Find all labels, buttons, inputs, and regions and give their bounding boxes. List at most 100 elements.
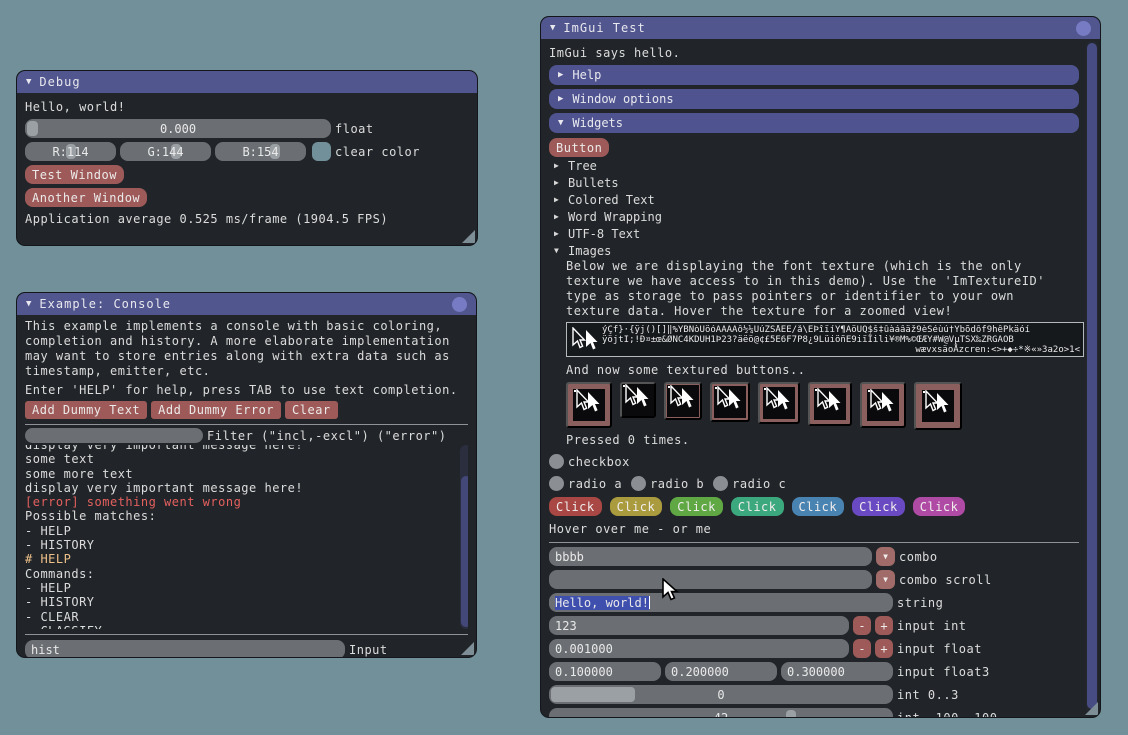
imgui-test-titlebar[interactable]: ▼ ImGui Test: [541, 17, 1100, 39]
filter-input[interactable]: [25, 428, 203, 443]
close-button[interactable]: [452, 297, 467, 312]
chevron-right-icon: ▶: [554, 195, 564, 204]
combo-value: bbbb: [555, 550, 584, 564]
resize-grip[interactable]: [462, 230, 475, 243]
click-button-1[interactable]: Click: [549, 497, 602, 516]
console-scrollbar[interactable]: [460, 445, 468, 629]
log-line: - HISTORY: [25, 538, 468, 552]
debug-window: ▼ Debug Hello, world! 0.000 float R:114 …: [16, 70, 478, 246]
header-help[interactable]: ▶ Help: [549, 65, 1079, 85]
images-paragraph-line: texture data. Hover the texture for a zo…: [566, 304, 1079, 319]
float-minus-button[interactable]: -: [853, 639, 871, 658]
console-intro-line: This example implements a console with b…: [25, 319, 468, 334]
console-titlebar[interactable]: ▼ Example: Console: [17, 293, 476, 315]
input-float3-x[interactable]: 0.100000: [549, 662, 661, 681]
log-line: - HISTORY: [25, 595, 468, 609]
font-texture-image[interactable]: ýÇf}·{ÿj()[]‖%ÝBÑòÛöóÃÂÀÀô½¼ÙúŽŠÅÉÊ/å\ÈÞ…: [566, 322, 1084, 357]
scrollbar-thumb[interactable]: [1087, 43, 1097, 709]
red-drag[interactable]: R:114: [25, 142, 116, 161]
collapse-arrow-icon[interactable]: ▼: [26, 77, 31, 87]
debug-titlebar[interactable]: ▼ Debug: [17, 71, 477, 93]
clear-color-swatch[interactable]: [312, 142, 331, 161]
hover-over-me-text[interactable]: Hover over me - or me: [549, 522, 1079, 537]
click-button-7[interactable]: Click: [913, 497, 966, 516]
resize-grip[interactable]: [461, 642, 474, 655]
slider-grab[interactable]: [27, 121, 38, 136]
click-button-2[interactable]: Click: [610, 497, 663, 516]
image-button-7[interactable]: [860, 382, 906, 428]
slider-grab[interactable]: [786, 710, 796, 718]
window-scrollbar[interactable]: [1086, 41, 1098, 714]
button-widget[interactable]: Button: [549, 138, 609, 157]
slider-int-0-3[interactable]: 0: [549, 685, 893, 704]
slider-int-100[interactable]: 42: [549, 708, 893, 718]
green-drag[interactable]: G:144: [120, 142, 211, 161]
tree-node-bullets[interactable]: ▶ Bullets: [554, 174, 1079, 191]
checkbox[interactable]: [549, 454, 564, 469]
int-plus-button[interactable]: +: [875, 616, 893, 635]
image-button-5[interactable]: [758, 382, 800, 424]
cursor-texture-icon: [814, 388, 846, 420]
input-float3-z[interactable]: 0.300000: [781, 662, 893, 681]
log-line-error: [error] something went wrong: [25, 495, 468, 509]
chevron-down-icon: ▼: [558, 118, 563, 128]
add-dummy-text-button[interactable]: Add Dummy Text: [25, 401, 147, 419]
input-float-field[interactable]: 0.001000: [549, 639, 849, 658]
float-slider[interactable]: 0.000: [25, 119, 331, 138]
tree-node-tree[interactable]: ▶ Tree: [554, 157, 1079, 174]
combo-scroll-arrow-button[interactable]: ▼: [876, 570, 895, 589]
input-int-field[interactable]: 123: [549, 616, 849, 635]
int-minus-button[interactable]: -: [853, 616, 871, 635]
log-line: display very important message here!: [25, 481, 468, 495]
radio-a[interactable]: [549, 476, 564, 491]
image-button-2[interactable]: [620, 382, 656, 418]
click-button-4[interactable]: Click: [731, 497, 784, 516]
collapse-arrow-icon[interactable]: ▼: [26, 299, 31, 309]
scrollbar-thumb[interactable]: [461, 476, 468, 627]
image-button-6[interactable]: [808, 382, 852, 426]
console-log[interactable]: display very important message here! som…: [25, 445, 468, 629]
combo-arrow-button[interactable]: ▼: [876, 547, 895, 566]
slider-int-0-3-label: int 0..3: [897, 688, 959, 702]
log-line: Possible matches:: [25, 509, 468, 523]
radio-c[interactable]: [713, 476, 728, 491]
blue-drag[interactable]: B:154: [215, 142, 306, 161]
tree-node-colored-text[interactable]: ▶ Colored Text: [554, 191, 1079, 208]
header-widgets[interactable]: ▼ Widgets: [549, 113, 1079, 133]
image-button-3[interactable]: [664, 382, 702, 420]
fps-stats-text: Application average 0.525 ms/frame (1904…: [25, 212, 469, 227]
string-input-label: string: [897, 596, 943, 610]
click-button-3[interactable]: Click: [670, 497, 723, 516]
tree-node-images[interactable]: ▼ Images: [554, 242, 1079, 259]
tree-node-utf8-text[interactable]: ▶ UTF-8 Text: [554, 225, 1079, 242]
close-button[interactable]: [1076, 21, 1091, 36]
click-button-6[interactable]: Click: [852, 497, 905, 516]
image-button-4[interactable]: [710, 382, 750, 422]
console-input[interactable]: hist: [25, 640, 345, 658]
combo-box[interactable]: bbbb: [549, 547, 872, 566]
console-intro-line: may want to store entries along with ext…: [25, 349, 468, 364]
textured-buttons-text: And now some textured buttons..: [566, 363, 1079, 378]
cursor-texture-icon: [622, 384, 654, 416]
image-button-8[interactable]: [914, 382, 962, 430]
log-line: some more text: [25, 467, 468, 481]
input-float3-y[interactable]: 0.200000: [665, 662, 777, 681]
slider-grab[interactable]: [551, 687, 635, 702]
test-window-button[interactable]: Test Window: [25, 165, 124, 184]
another-window-button[interactable]: Another Window: [25, 188, 147, 207]
console-help-line: Enter 'HELP' for help, press TAB to use …: [25, 383, 468, 398]
collapse-arrow-icon[interactable]: ▼: [550, 23, 555, 33]
cursor-texture-icon: [763, 387, 795, 419]
float-plus-button[interactable]: +: [875, 639, 893, 658]
radio-b[interactable]: [631, 476, 646, 491]
clear-button[interactable]: Clear: [285, 401, 338, 419]
combo-scroll-box[interactable]: [549, 570, 872, 589]
click-button-5[interactable]: Click: [792, 497, 845, 516]
add-dummy-error-button[interactable]: Add Dummy Error: [151, 401, 281, 419]
header-window-options[interactable]: ▶ Window options: [549, 89, 1079, 109]
image-button-1[interactable]: [566, 382, 612, 428]
tree-node-word-wrapping[interactable]: ▶ Word Wrapping: [554, 208, 1079, 225]
resize-grip[interactable]: [1085, 702, 1098, 715]
image-buttons-row: [566, 382, 1079, 428]
string-input[interactable]: Hello, world!: [549, 593, 893, 612]
